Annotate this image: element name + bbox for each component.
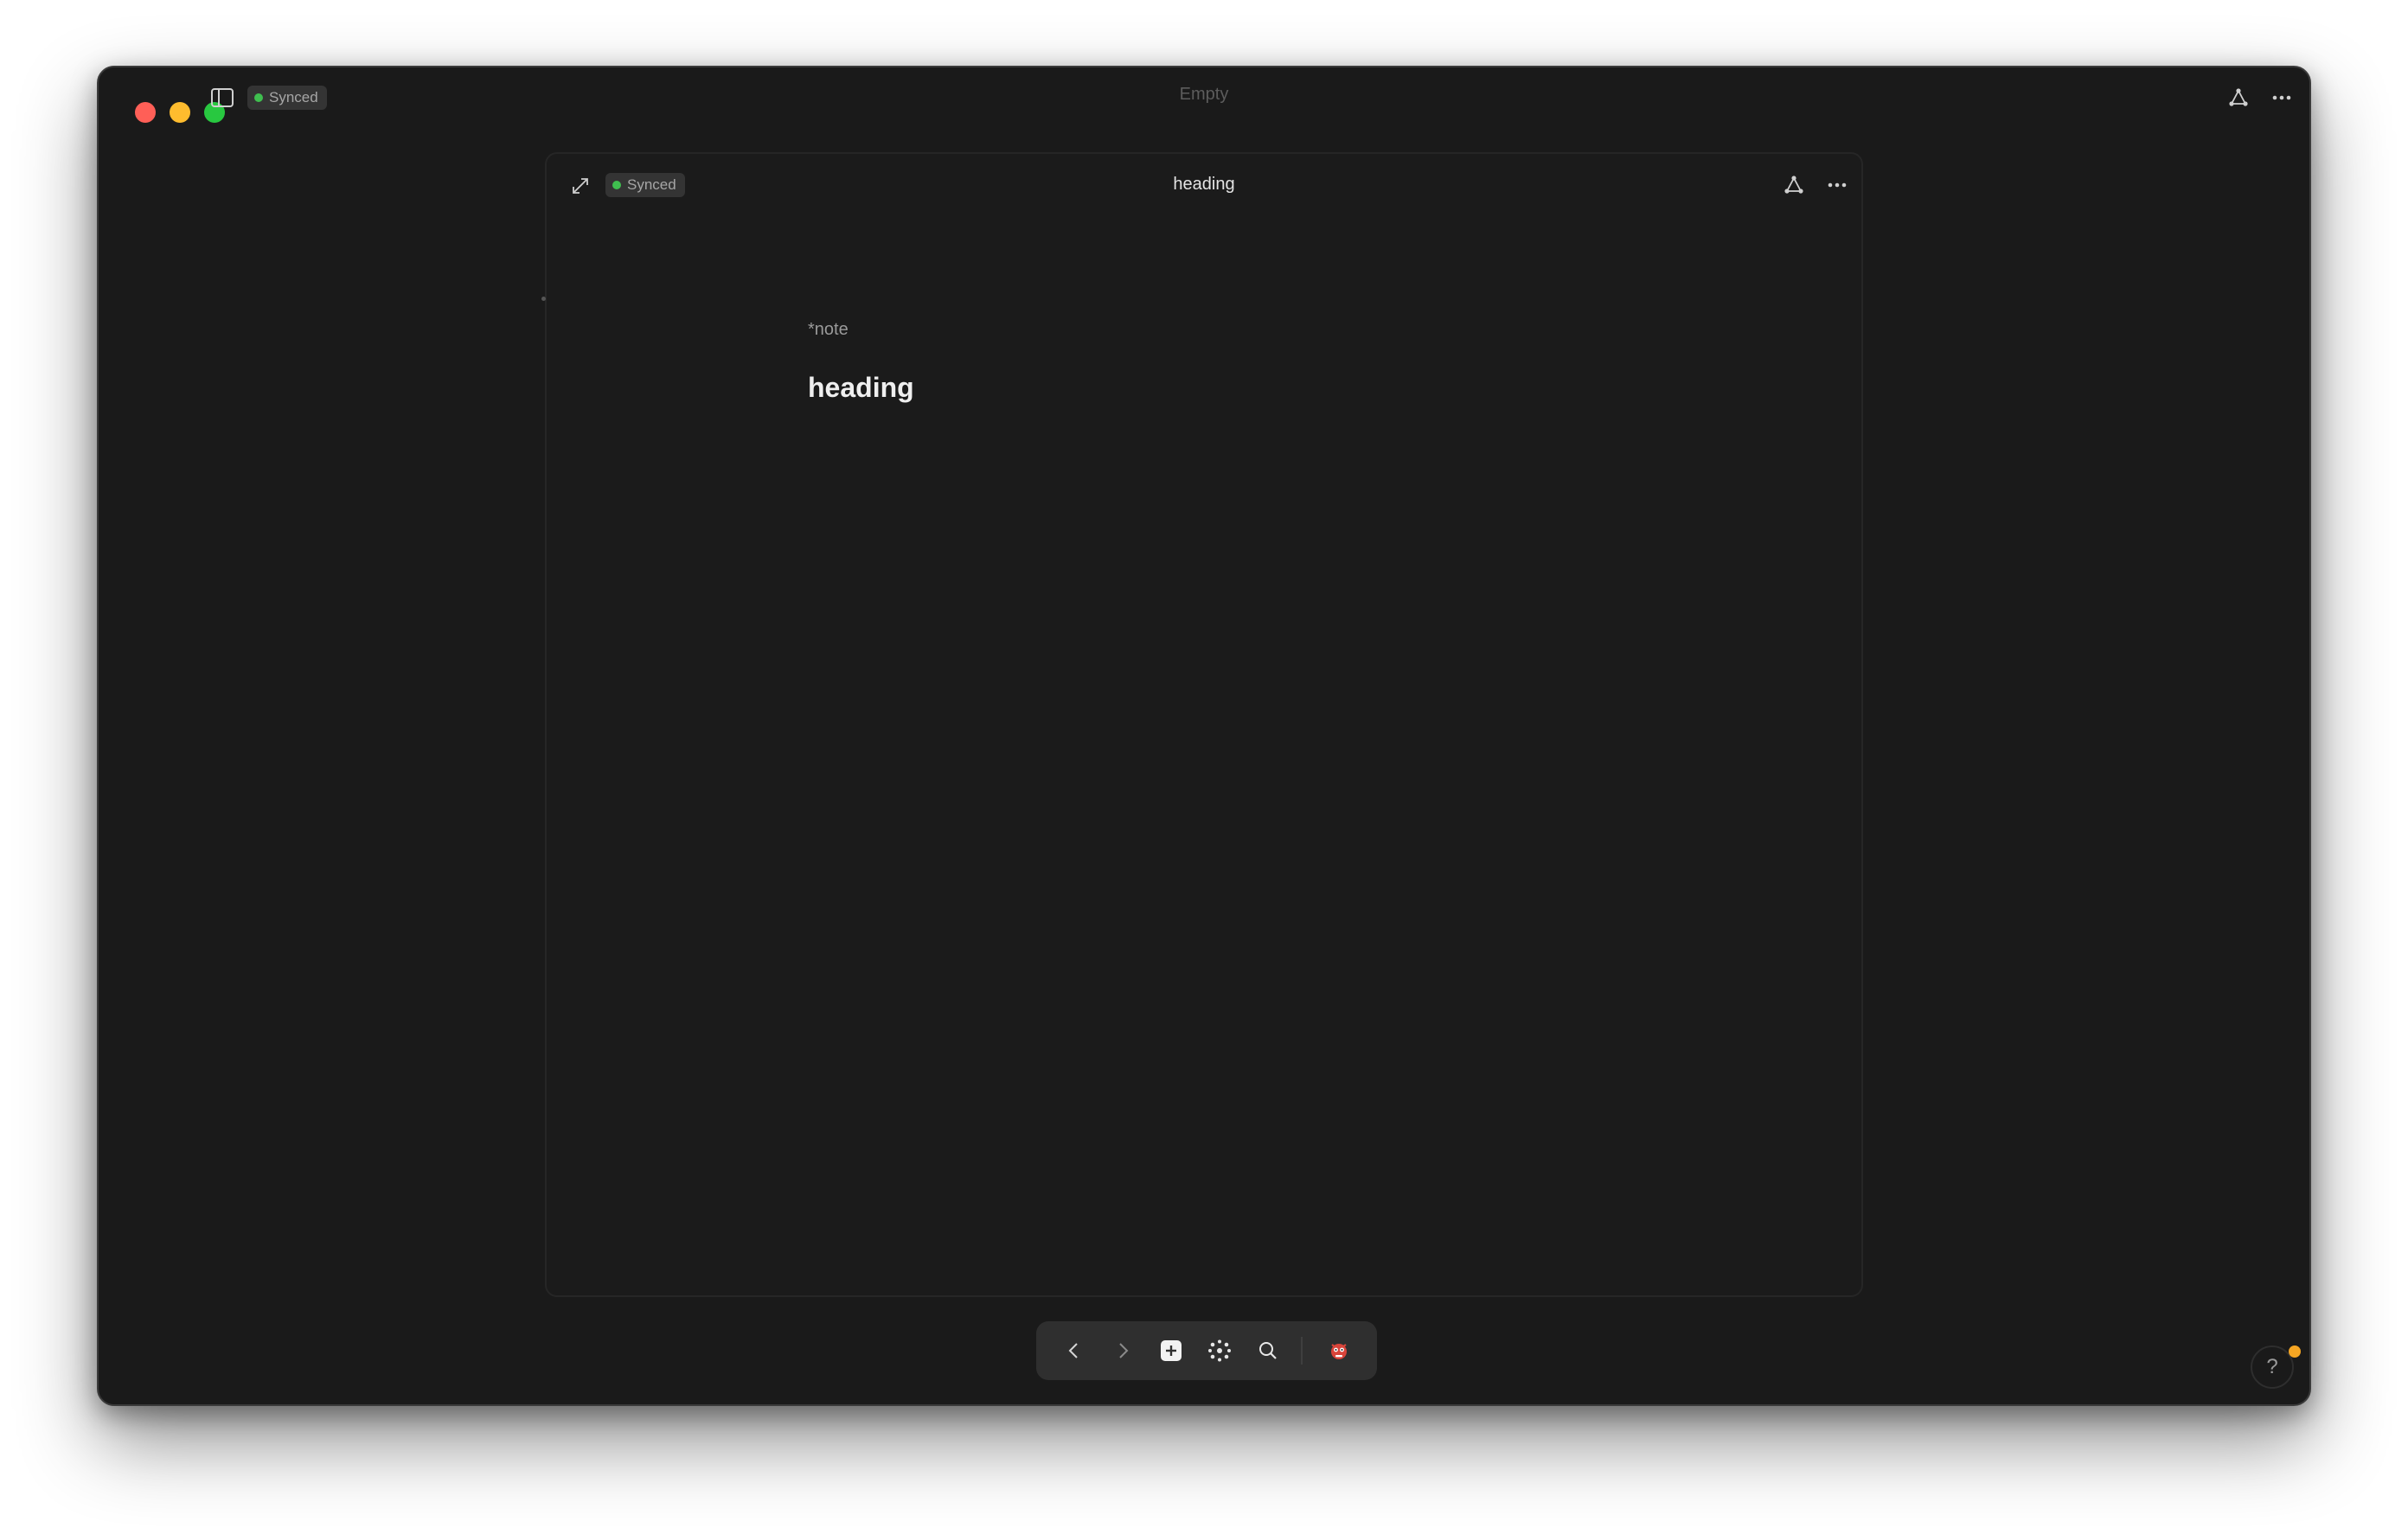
bottom-toolbar — [1036, 1321, 1377, 1380]
window-title: Empty — [1179, 85, 1229, 104]
drag-handle-dot[interactable] — [541, 297, 546, 301]
profile-icon[interactable] — [1323, 1335, 1354, 1366]
close-window-button[interactable] — [135, 102, 156, 123]
search-icon[interactable] — [1252, 1335, 1284, 1366]
help-label: ? — [2266, 1355, 2278, 1378]
note-card: Synced heading *note heading — [541, 152, 1863, 1297]
note-title: heading — [1173, 175, 1235, 194]
more-options-icon[interactable] — [2268, 84, 2296, 112]
note-more-options-icon[interactable] — [1823, 171, 1851, 199]
note-heading[interactable]: heading — [808, 372, 914, 404]
app-window: Synced Empty Synced heading *note headin… — [97, 66, 2311, 1406]
toolbar-divider — [1301, 1337, 1303, 1365]
back-icon[interactable] — [1059, 1335, 1090, 1366]
help-notification-dot — [2289, 1345, 2301, 1358]
minimize-window-button[interactable] — [170, 102, 190, 123]
new-note-icon[interactable] — [1156, 1335, 1187, 1366]
note-tag[interactable]: *note — [808, 320, 849, 340]
forward-icon[interactable] — [1107, 1335, 1138, 1366]
graph-icon[interactable] — [2225, 84, 2252, 112]
graph-view-icon[interactable] — [1204, 1335, 1235, 1366]
help-button[interactable]: ? — [2251, 1345, 2294, 1389]
note-graph-icon[interactable] — [1780, 171, 1808, 199]
